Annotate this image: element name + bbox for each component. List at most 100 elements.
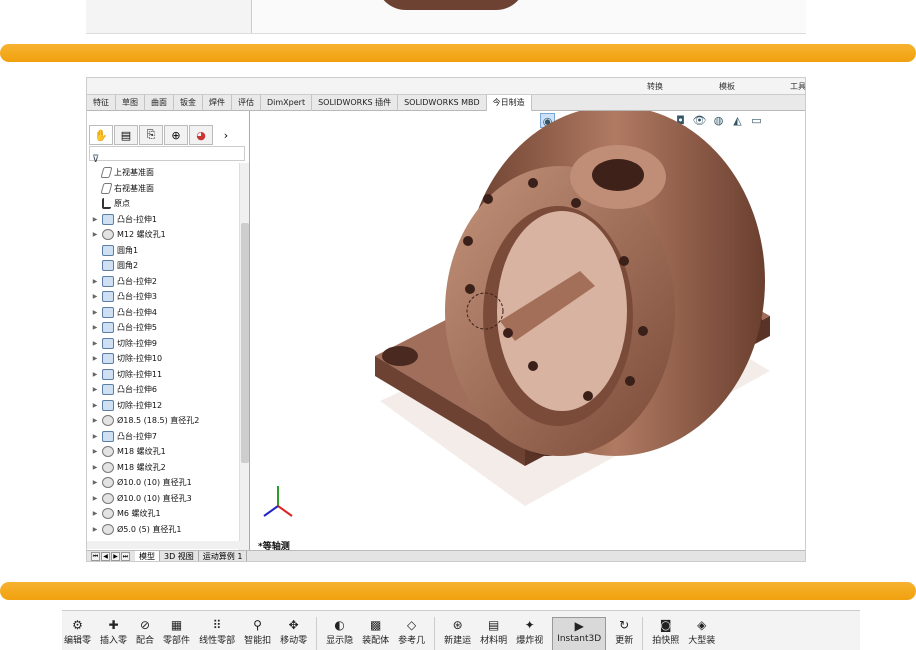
tree-item[interactable]: 上视基准面	[87, 165, 237, 181]
tree-item[interactable]: ▶ M6 螺纹孔1	[87, 506, 237, 522]
insert-component-icon: ✚	[108, 618, 119, 632]
filter-field[interactable]: ⊽	[89, 146, 245, 165]
graphics-viewport[interactable]: ◉ ⌕ ⌖ ↶ ◧ ✎ ▣ ◘ 👁 ◍ ◭ ▭	[250, 111, 805, 552]
toolbar-button[interactable]: ▤ 材料明	[480, 617, 507, 650]
tab-3[interactable]: 钣金	[174, 95, 203, 111]
toolbar-button[interactable]: ↻ 更新	[615, 617, 633, 650]
tree-item[interactable]: ▶ 切除-拉伸12	[87, 398, 237, 414]
tree-item[interactable]: ▶ 切除-拉伸11	[87, 367, 237, 383]
last-tab-icon[interactable]: ⏭	[121, 552, 130, 561]
tree-item[interactable]: 圆角1	[87, 243, 237, 259]
toolbar-button-label: 装配体	[362, 636, 390, 646]
target-icon[interactable]: ⊕	[164, 125, 188, 145]
tree-item[interactable]: 圆角2	[87, 258, 237, 274]
cmd-label[interactable]: 工具	[790, 81, 805, 92]
prev-tab-icon[interactable]: ◀	[101, 552, 110, 561]
tree-item[interactable]: ▶ M18 螺纹孔2	[87, 460, 237, 476]
tree-item[interactable]: ▶ M12 螺纹孔1	[87, 227, 237, 243]
horizontal-scrollbar[interactable]	[87, 541, 247, 549]
toolbar-button[interactable]: ▩ 装配体	[362, 617, 389, 650]
expand-arrow-icon[interactable]: ▶	[90, 417, 100, 424]
expand-arrow-icon[interactable]: ▶	[90, 495, 100, 502]
toolbar-button[interactable]: ▶ Instant3D	[552, 617, 607, 650]
toolbar-button[interactable]: ◐ 显示隐	[326, 617, 353, 650]
expand-arrow-icon[interactable]: ▶	[90, 355, 100, 362]
expand-arrow-icon[interactable]: ▶	[90, 433, 100, 440]
vertical-scrollbar[interactable]	[239, 163, 249, 553]
chevron-right-icon[interactable]: ›	[214, 125, 238, 145]
toolbar-button[interactable]: ⠿ 线性零部	[199, 617, 235, 650]
tree-item[interactable]: ▶ Ø18.5 (18.5) 直径孔2	[87, 413, 237, 429]
expand-arrow-icon[interactable]: ▶	[90, 464, 100, 471]
first-tab-icon[interactable]: ⏮	[91, 552, 100, 561]
expand-arrow-icon[interactable]: ▶	[90, 309, 100, 316]
tree-item[interactable]: ▶ Ø5.0 (5) 直径孔1	[87, 522, 237, 538]
tree-item[interactable]: ▶ Ø10.0 (10) 直径孔1	[87, 475, 237, 491]
tab-0[interactable]: 特征	[87, 95, 116, 111]
cmd-label[interactable]: 模板	[719, 81, 735, 92]
toolbar-button[interactable]: ◈ 大型装	[688, 617, 715, 650]
toolbar-button[interactable]: ✥ 移动零	[280, 617, 307, 650]
tree-item[interactable]: ▶ Ø10.0 (10) 直径孔3	[87, 491, 237, 507]
expand-arrow-icon[interactable]: ▶	[90, 216, 100, 223]
tab-9[interactable]: 今日制造	[486, 95, 532, 111]
tree-item[interactable]: 原点	[87, 196, 237, 212]
bottom-tab-1[interactable]: 3D 视图	[160, 551, 199, 561]
tab-7[interactable]: SOLIDWORKS 插件	[312, 95, 399, 111]
tree-item[interactable]: ▶ 凸台-拉伸3	[87, 289, 237, 305]
tree-item[interactable]: ▶ 切除-拉伸9	[87, 336, 237, 352]
expand-arrow-icon[interactable]: ▶	[90, 386, 100, 393]
expand-arrow-icon[interactable]: ▶	[90, 293, 100, 300]
tab-6[interactable]: DimXpert	[261, 95, 313, 111]
snapshot-icon: ◙	[659, 618, 672, 632]
tree-item[interactable]: 右视基准面	[87, 181, 237, 197]
toolbar-button[interactable]: ⊘ 配合	[136, 617, 154, 650]
top-screenshot-fragment	[86, 0, 806, 34]
expand-arrow-icon[interactable]: ▶	[90, 324, 100, 331]
toolbar-button[interactable]: ◙ 拍快照	[652, 617, 679, 650]
expand-arrow-icon[interactable]: ▶	[90, 340, 100, 347]
tab-4[interactable]: 焊件	[203, 95, 232, 111]
expand-arrow-icon[interactable]: ▶	[90, 402, 100, 409]
tab-5[interactable]: 评估	[232, 95, 261, 111]
tab-2[interactable]: 曲面	[145, 95, 174, 111]
linear-pattern-icon: ⠿	[212, 618, 222, 632]
toolbar-button[interactable]: ▦ 零部件	[163, 617, 190, 650]
next-tab-icon[interactable]: ▶	[111, 552, 120, 561]
feature-icon	[102, 275, 114, 287]
toolbar-button[interactable]: ✦ 爆炸视	[516, 617, 543, 650]
cmd-label[interactable]: 转换	[647, 81, 663, 92]
toolbar-button-label: 大型装	[688, 636, 716, 646]
tree-item[interactable]: ▶ 凸台-拉伸4	[87, 305, 237, 321]
tree-item[interactable]: ▶ 凸台-拉伸7	[87, 429, 237, 445]
tree-item[interactable]: ▶ 凸台-拉伸2	[87, 274, 237, 290]
property-icon[interactable]: ▤	[114, 125, 138, 145]
part-icon[interactable]: ✋	[89, 125, 113, 145]
move-component-icon: ✥	[288, 618, 299, 632]
bottom-tab-0[interactable]: 模型	[135, 551, 160, 561]
toolbar-button[interactable]: ⚙ 编辑零	[64, 617, 91, 650]
toolbar-button[interactable]: ⊛ 新建运	[444, 617, 471, 650]
expand-arrow-icon[interactable]: ▶	[90, 371, 100, 378]
tree-item[interactable]: ▶ 凸台-拉伸1	[87, 212, 237, 228]
tree-item[interactable]: ▶ 凸台-拉伸6	[87, 382, 237, 398]
toolbar-button[interactable]: ⚲ 智能扣	[244, 617, 271, 650]
expand-arrow-icon[interactable]: ▶	[90, 448, 100, 455]
tab-8[interactable]: SOLIDWORKS MBD	[398, 95, 487, 111]
tree-item-label: Ø10.0 (10) 直径孔1	[117, 478, 192, 488]
expand-arrow-icon[interactable]: ▶	[90, 278, 100, 285]
toolbar-button[interactable]: ◇ 参考几	[398, 617, 425, 650]
appearance-icon[interactable]: ◕	[189, 125, 213, 145]
config-icon[interactable]: ⎘	[139, 125, 163, 145]
expand-arrow-icon[interactable]: ▶	[90, 231, 100, 238]
tab-1[interactable]: 草图	[116, 95, 145, 111]
toolbar-button[interactable]: ✚ 插入零	[100, 617, 127, 650]
tree-item[interactable]: ▶ 切除-拉伸10	[87, 351, 237, 367]
bottom-tab-2[interactable]: 运动算例 1	[199, 551, 248, 561]
tree-item[interactable]: ▶ M18 螺纹孔1	[87, 444, 237, 460]
expand-arrow-icon[interactable]: ▶	[90, 526, 100, 533]
tree-item-label: 凸台-拉伸6	[117, 385, 157, 395]
expand-arrow-icon[interactable]: ▶	[90, 479, 100, 486]
expand-arrow-icon[interactable]: ▶	[90, 510, 100, 517]
tree-item[interactable]: ▶ 凸台-拉伸5	[87, 320, 237, 336]
